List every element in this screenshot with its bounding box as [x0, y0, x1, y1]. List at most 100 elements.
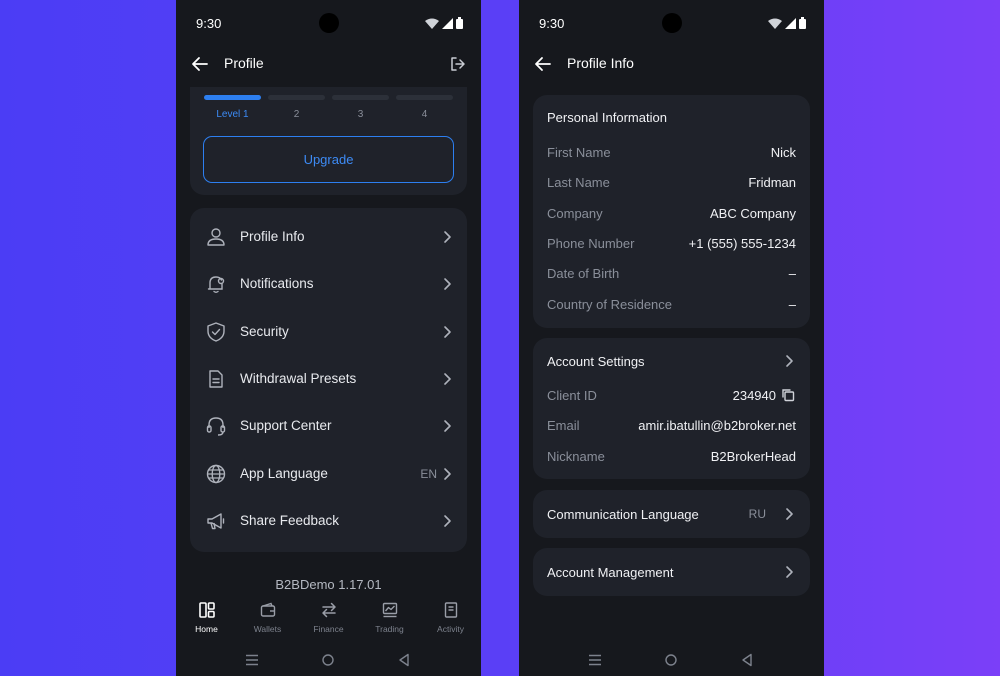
profile-screen: 9:30 Profile Level 1 2 3 4 Upgrade Profi…: [176, 0, 481, 676]
tab-label: Home: [195, 624, 218, 634]
row-value: amir.ibatullin@b2broker.net: [638, 417, 796, 433]
menu-item-withdrawal-presets[interactable]: Withdrawal Presets: [190, 355, 467, 402]
row-value: –: [788, 296, 796, 312]
arrow-left-icon[interactable]: [533, 54, 553, 74]
headset-icon: [206, 416, 226, 436]
row-label: First Name: [547, 144, 611, 160]
signal-icon: [442, 18, 453, 29]
section-title: Account Settings: [547, 353, 645, 369]
menu-item-share-feedback[interactable]: Share Feedback: [190, 497, 467, 544]
globe-icon: [206, 464, 226, 483]
info-row-first-name: First Name Nick: [547, 141, 796, 163]
info-row-nickname: Nickname B2BrokerHead: [547, 445, 796, 467]
chevron-right-icon: [444, 419, 451, 432]
row-label: Nickname: [547, 448, 605, 464]
row-value: Fridman: [748, 174, 796, 190]
level-card: Level 1 2 3 4 Upgrade: [190, 87, 467, 195]
chevron-right-icon: [786, 566, 793, 578]
shield-icon: [207, 321, 225, 342]
camera-cutout: [661, 13, 682, 33]
info-row-client-id: Client ID 234940: [547, 384, 796, 406]
recent-apps-icon[interactable]: [587, 652, 603, 668]
bell-icon: [207, 275, 225, 293]
row-value: ABC Company: [710, 205, 796, 221]
bottom-tab-bar: Home Wallets Finance Trading Activity: [176, 596, 481, 642]
level-label: 2: [293, 109, 300, 120]
menu-item-label: App Language: [240, 466, 328, 481]
status-time: 9:30: [196, 16, 222, 31]
info-row-email: Email amir.ibatullin@b2broker.net: [547, 414, 796, 436]
home-nav-icon[interactable]: [663, 652, 679, 668]
row-label: Communication Language: [547, 506, 699, 522]
account-settings-header[interactable]: Account Settings: [547, 350, 796, 372]
level-labels: Level 1 2 3 4: [204, 109, 453, 120]
wifi-icon: [768, 18, 782, 29]
chevron-right-icon: [444, 514, 451, 527]
info-row-company: Company ABC Company: [547, 202, 796, 224]
menu-item-security[interactable]: Security: [190, 308, 467, 355]
row-value: +1 (555) 555-1234: [688, 235, 796, 251]
back-nav-icon[interactable]: [739, 652, 755, 668]
chevron-right-icon: [444, 372, 451, 385]
tab-label: Wallets: [253, 624, 282, 634]
account-settings-card: Account Settings Client ID 234940 Email …: [533, 338, 810, 479]
level-progress: [204, 95, 453, 100]
communication-language-card[interactable]: Communication Language RU: [533, 490, 810, 538]
menu-item-support-center[interactable]: Support Center: [190, 402, 467, 449]
tab-finance[interactable]: Finance: [298, 596, 359, 642]
page-title: Profile: [224, 55, 264, 71]
upgrade-button[interactable]: Upgrade: [203, 136, 454, 183]
level-label: 3: [357, 109, 364, 120]
logout-icon[interactable]: [449, 55, 467, 73]
personal-information-card: Personal Information First Name Nick Las…: [533, 95, 810, 328]
profile-info-screen: 9:30 Profile Info Personal Information F…: [519, 0, 824, 676]
status-bar: 9:30: [519, 0, 824, 46]
tab-home[interactable]: Home: [176, 596, 237, 642]
battery-icon: [799, 17, 806, 29]
app-language-value: EN: [420, 466, 437, 481]
tab-wallets[interactable]: Wallets: [237, 596, 298, 642]
chevron-right-icon: [444, 467, 451, 480]
account-management-card[interactable]: Account Management: [533, 548, 810, 596]
level-label: 4: [421, 109, 428, 120]
account-management-row[interactable]: Account Management: [547, 548, 796, 596]
app-bar: Profile: [176, 46, 481, 82]
tab-label: Trading: [375, 624, 404, 634]
client-id-value: 234940: [732, 387, 776, 403]
user-icon: [207, 227, 225, 246]
megaphone-icon: [207, 512, 225, 529]
row-label: Client ID: [547, 387, 597, 403]
row-label: Date of Birth: [547, 265, 620, 281]
tab-label: Finance: [313, 624, 344, 634]
document-icon: [209, 369, 223, 388]
tab-trading[interactable]: Trading: [359, 596, 420, 642]
wifi-icon: [425, 18, 439, 29]
menu-item-label: Notifications: [240, 276, 314, 291]
level-segment: [268, 95, 325, 100]
menu-item-app-language[interactable]: App Language EN: [190, 450, 467, 497]
level-segment: [332, 95, 389, 100]
menu-item-label: Share Feedback: [240, 513, 340, 528]
menu-item-profile-info[interactable]: Profile Info: [190, 213, 467, 260]
row-label: Email: [547, 417, 580, 433]
home-nav-icon[interactable]: [320, 652, 336, 668]
status-bar: 9:30: [176, 0, 481, 46]
communication-language-row[interactable]: Communication Language RU: [547, 490, 796, 538]
row-label: Phone Number: [547, 235, 635, 251]
page-title: Profile Info: [567, 55, 634, 71]
menu-item-label: Security: [240, 324, 289, 339]
recent-apps-icon[interactable]: [244, 652, 260, 668]
menu-item-label: Withdrawal Presets: [240, 371, 357, 386]
copy-icon[interactable]: [780, 387, 796, 403]
list-icon: [444, 602, 457, 618]
menu-item-notifications[interactable]: Notifications: [190, 260, 467, 307]
info-row-phone-number: Phone Number +1 (555) 555-1234: [547, 232, 796, 254]
row-value: Nick: [770, 144, 796, 160]
arrow-left-icon[interactable]: [190, 54, 210, 74]
section-title: Personal Information: [547, 110, 667, 125]
row-label: Company: [547, 205, 603, 221]
profile-menu: Profile Info Notifications Security With…: [190, 208, 467, 552]
back-nav-icon[interactable]: [396, 652, 412, 668]
tab-activity[interactable]: Activity: [420, 596, 481, 642]
chevron-right-icon: [786, 355, 793, 367]
